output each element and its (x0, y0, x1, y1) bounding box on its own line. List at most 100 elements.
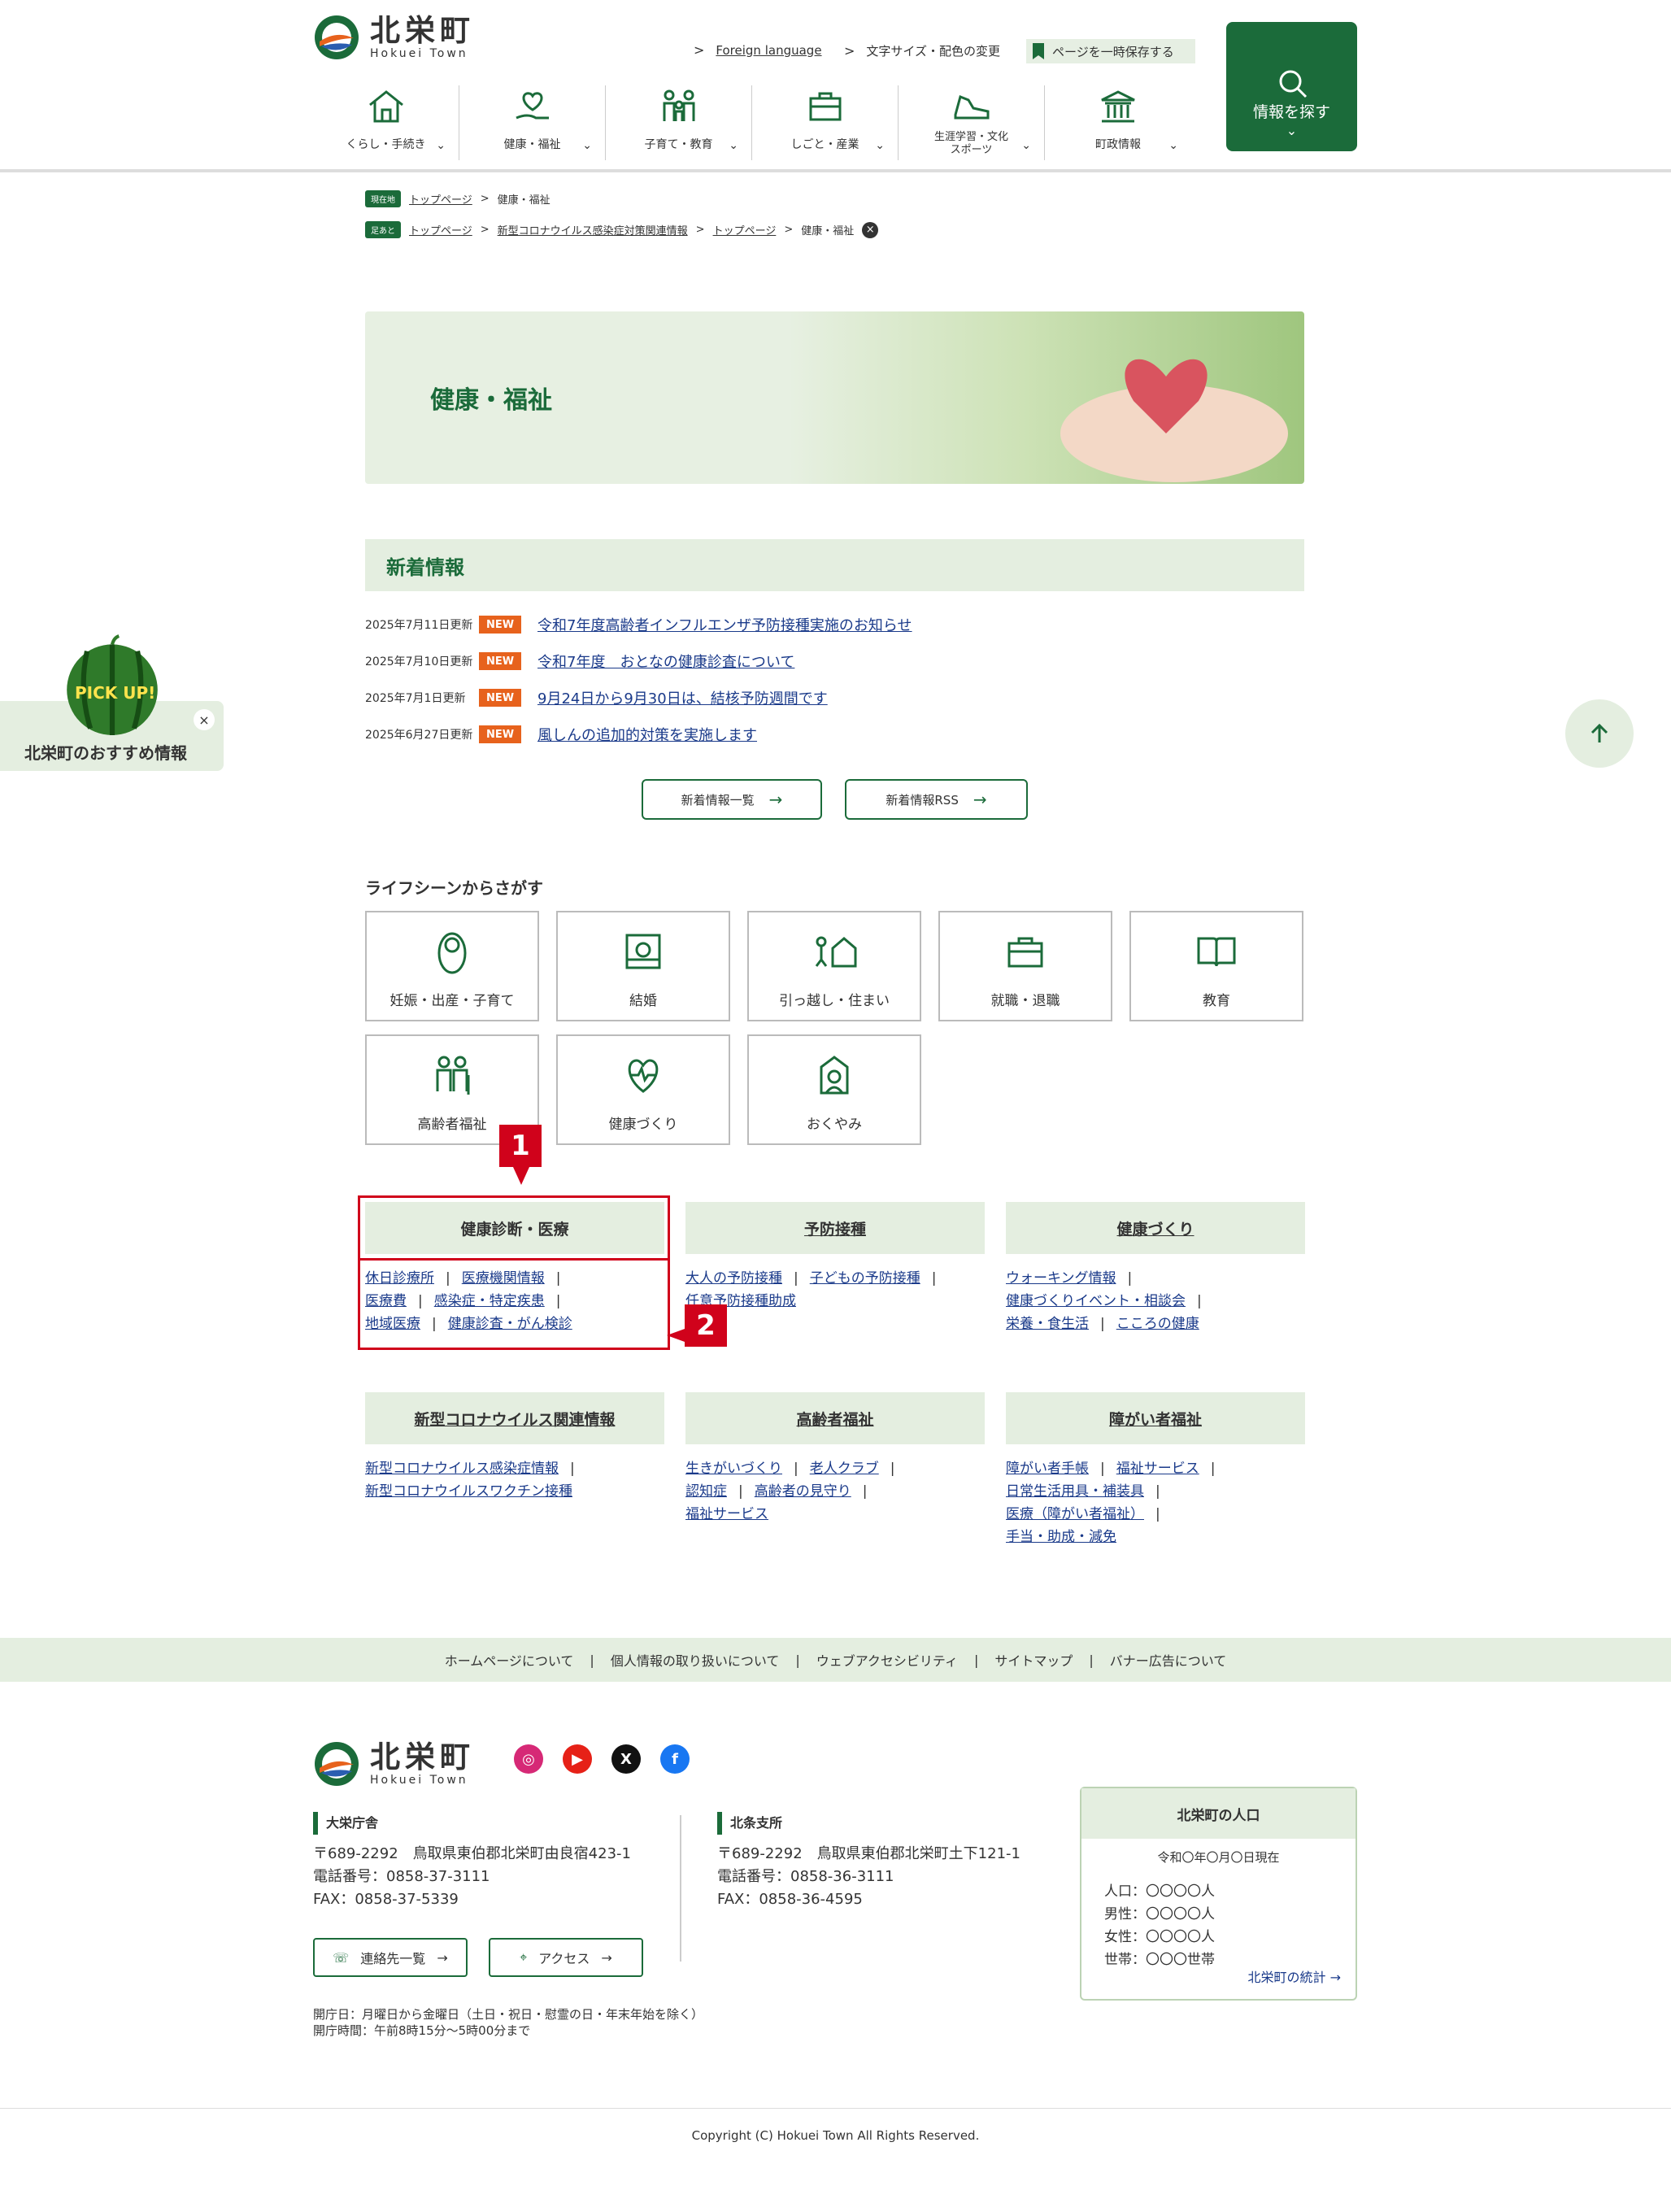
nav-work[interactable]: しごと・産業 ⌄ (752, 85, 899, 160)
life-marriage[interactable]: 結婚 (556, 911, 730, 1021)
chevron-right-icon: > (844, 43, 855, 59)
footer-link[interactable]: 個人情報の取り扱いについて (611, 1650, 780, 1670)
category-link[interactable]: 認知症 (685, 1483, 727, 1500)
shoe-icon (954, 94, 989, 120)
life-scene-heading: ライフシーンからさがす (365, 878, 543, 898)
category-elderly-heading[interactable]: 高齢者福祉 (685, 1392, 985, 1444)
category-link[interactable]: 老人クラブ (810, 1461, 879, 1477)
breadcrumb-current-page: 健康・福祉 (497, 194, 550, 207)
category-link[interactable]: 日常生活用具・補装具 (1006, 1483, 1144, 1500)
category-link[interactable]: 大人の予防接種 (685, 1270, 782, 1287)
office-fax: FAX：0858-36-4595 (717, 1891, 863, 1908)
news-link[interactable]: 令和7年度 おとなの健康診査について (537, 651, 794, 672)
copyright: Copyright (C) Hokuei Town All Rights Res… (691, 2128, 980, 2143)
link-separator: | (1089, 1652, 1094, 1668)
statistics-link[interactable]: 北栄町の統計 → (1247, 1966, 1341, 1986)
footer-link[interactable]: サイトマップ (994, 1650, 1073, 1670)
nav-living[interactable]: くらし・手続き ⌄ (313, 85, 459, 160)
breadcrumb-separator: > (784, 224, 794, 236)
category-link[interactable]: 健康づくりイベント・相談会 (1006, 1293, 1186, 1309)
access-button[interactable]: ⌖ アクセス → (489, 1938, 643, 1977)
news-rss-label: 新着情報RSS (886, 792, 959, 808)
search-info-button[interactable]: 情報を探す ⌄ (1226, 22, 1357, 151)
category-link[interactable]: 福祉サービス (685, 1506, 768, 1522)
chevron-down-icon: ⌄ (582, 139, 592, 152)
news-date: 2025年7月1日更新 (365, 692, 466, 705)
footer-nav: ホームページについて | 個人情報の取り扱いについて | ウェブアクセシビリティ | … (0, 1638, 1671, 1682)
pickup-banner[interactable]: PICK UP! 北栄町のおすすめ情報 × (0, 634, 224, 771)
category-link[interactable]: 生きがいづくり (685, 1461, 782, 1477)
news-link[interactable]: 9月24日から9月30日は、結核予防週間です (537, 687, 828, 708)
text-size-link[interactable]: > 文字サイズ・配色の変更 (844, 42, 1000, 59)
footer-link[interactable]: バナー広告について (1110, 1650, 1227, 1670)
category-hero: 健康・福祉 (365, 311, 1304, 484)
office-fax: FAX：0858-37-5339 (313, 1891, 459, 1908)
youtube-icon[interactable]: ▶ (563, 1744, 592, 1774)
nav-learning[interactable]: 生涯学習・文化 スポーツ ⌄ (899, 85, 1045, 160)
close-icon[interactable]: × (194, 709, 215, 730)
facebook-icon[interactable]: f (660, 1744, 690, 1774)
life-employment[interactable]: 就職・退職 (938, 911, 1112, 1021)
news-list-button[interactable]: 新着情報一覧 → (642, 779, 822, 820)
new-badge: NEW (479, 616, 521, 634)
news-list-label: 新着情報一覧 (681, 792, 755, 808)
category-link[interactable]: 子どもの予防接種 (810, 1270, 920, 1287)
contact-list-button[interactable]: ☏ 連絡先一覧 → (313, 1938, 468, 1977)
footer-logo[interactable]: 北栄町 Hokuei Town (313, 1740, 475, 1787)
new-badge: NEW (479, 689, 521, 707)
category-link[interactable]: ウォーキング情報 (1006, 1270, 1116, 1287)
category-link[interactable]: 新型コロナウイルス感染症情報 (365, 1461, 559, 1477)
life-condolence[interactable]: おくやみ (747, 1034, 921, 1145)
category-link[interactable]: こころの健康 (1116, 1316, 1199, 1332)
save-page-button[interactable]: ページを一時保存する (1026, 39, 1195, 63)
footer-link[interactable]: ホームページについて (445, 1650, 574, 1670)
foreign-language-link[interactable]: > Foreign language (694, 42, 822, 58)
category-disability-heading[interactable]: 障がい者福祉 (1006, 1392, 1305, 1444)
office-daiei: 大栄庁舎 〒689-2292 鳥取県東伯郡北栄町由良宿423-1 電話番号：08… (313, 1812, 631, 1911)
nav-health[interactable]: 健康・福祉 ⌄ (459, 85, 606, 160)
life-moving[interactable]: 引っ越し・住まい (747, 911, 921, 1021)
category-vaccination-heading[interactable]: 予防接種 (685, 1202, 985, 1254)
category-link[interactable]: 障がい者手帳 (1006, 1461, 1089, 1477)
x-icon[interactable]: X (611, 1744, 641, 1774)
logo-name: 北栄町 (370, 1740, 475, 1774)
link-separator: | (931, 1270, 937, 1287)
chevron-right-icon: > (694, 42, 705, 58)
link-separator: | (795, 1652, 800, 1668)
access-label: アクセス (538, 1951, 590, 1966)
life-education[interactable]: 教育 (1129, 911, 1303, 1021)
breadcrumb-link[interactable]: トップページ (409, 222, 472, 237)
breadcrumb-link[interactable]: トップページ (409, 191, 472, 207)
category-link[interactable]: 手当・助成・減免 (1006, 1529, 1116, 1545)
category-link[interactable]: 高齢者の見守り (755, 1483, 851, 1500)
news-rss-button[interactable]: 新着情報RSS → (845, 779, 1028, 820)
life-pregnancy[interactable]: 妊娠・出産・子育て (365, 911, 539, 1021)
link-separator: | (570, 1461, 575, 1477)
category-link[interactable]: 新型コロナウイルスワクチン接種 (365, 1483, 572, 1500)
breadcrumb-link[interactable]: トップページ (713, 222, 777, 237)
footer-link[interactable]: ウェブアクセシビリティ (816, 1650, 958, 1670)
link-separator: | (794, 1461, 799, 1477)
news-link[interactable]: 令和7年度高齢者インフルエンザ予防接種実施のお知らせ (537, 614, 912, 635)
footer-divider (680, 1815, 681, 1962)
category-link[interactable]: 医療（障がい者福祉） (1006, 1506, 1144, 1522)
news-link[interactable]: 風しんの追加的対策を実施します (537, 724, 757, 745)
category-link[interactable]: 栄養・食生活 (1006, 1316, 1089, 1332)
nav-government[interactable]: 町政情報 ⌄ (1045, 85, 1191, 160)
link-separator: | (1197, 1293, 1202, 1309)
category-disability-links: 障がい者手帳 | 福祉サービス | 日常生活用具・補装具 | 医療（障がい者福祉） | 手… (1006, 1457, 1315, 1548)
page-top-button[interactable] (1565, 699, 1634, 768)
category-link[interactable]: 福祉サービス (1116, 1461, 1199, 1477)
category-covid-heading[interactable]: 新型コロナウイルス関連情報 (365, 1392, 664, 1444)
office-name: 大栄庁舎 (313, 1812, 631, 1835)
annotation-marker-1: 1 (499, 1125, 542, 1167)
foreign-language-text[interactable]: Foreign language (716, 43, 821, 58)
breadcrumb-link[interactable]: 新型コロナウイルス感染症対策関連情報 (498, 222, 688, 237)
category-wellness-heading[interactable]: 健康づくり (1006, 1202, 1305, 1254)
hands-heart-image (1060, 359, 1288, 482)
life-health[interactable]: 健康づくり (556, 1034, 730, 1145)
close-icon[interactable]: × (862, 221, 879, 238)
instagram-icon[interactable]: ◎ (514, 1744, 543, 1774)
site-logo[interactable]: 北栄町 Hokuei Town (313, 14, 475, 61)
nav-childcare[interactable]: 子育て・教育 ⌄ (606, 85, 752, 160)
